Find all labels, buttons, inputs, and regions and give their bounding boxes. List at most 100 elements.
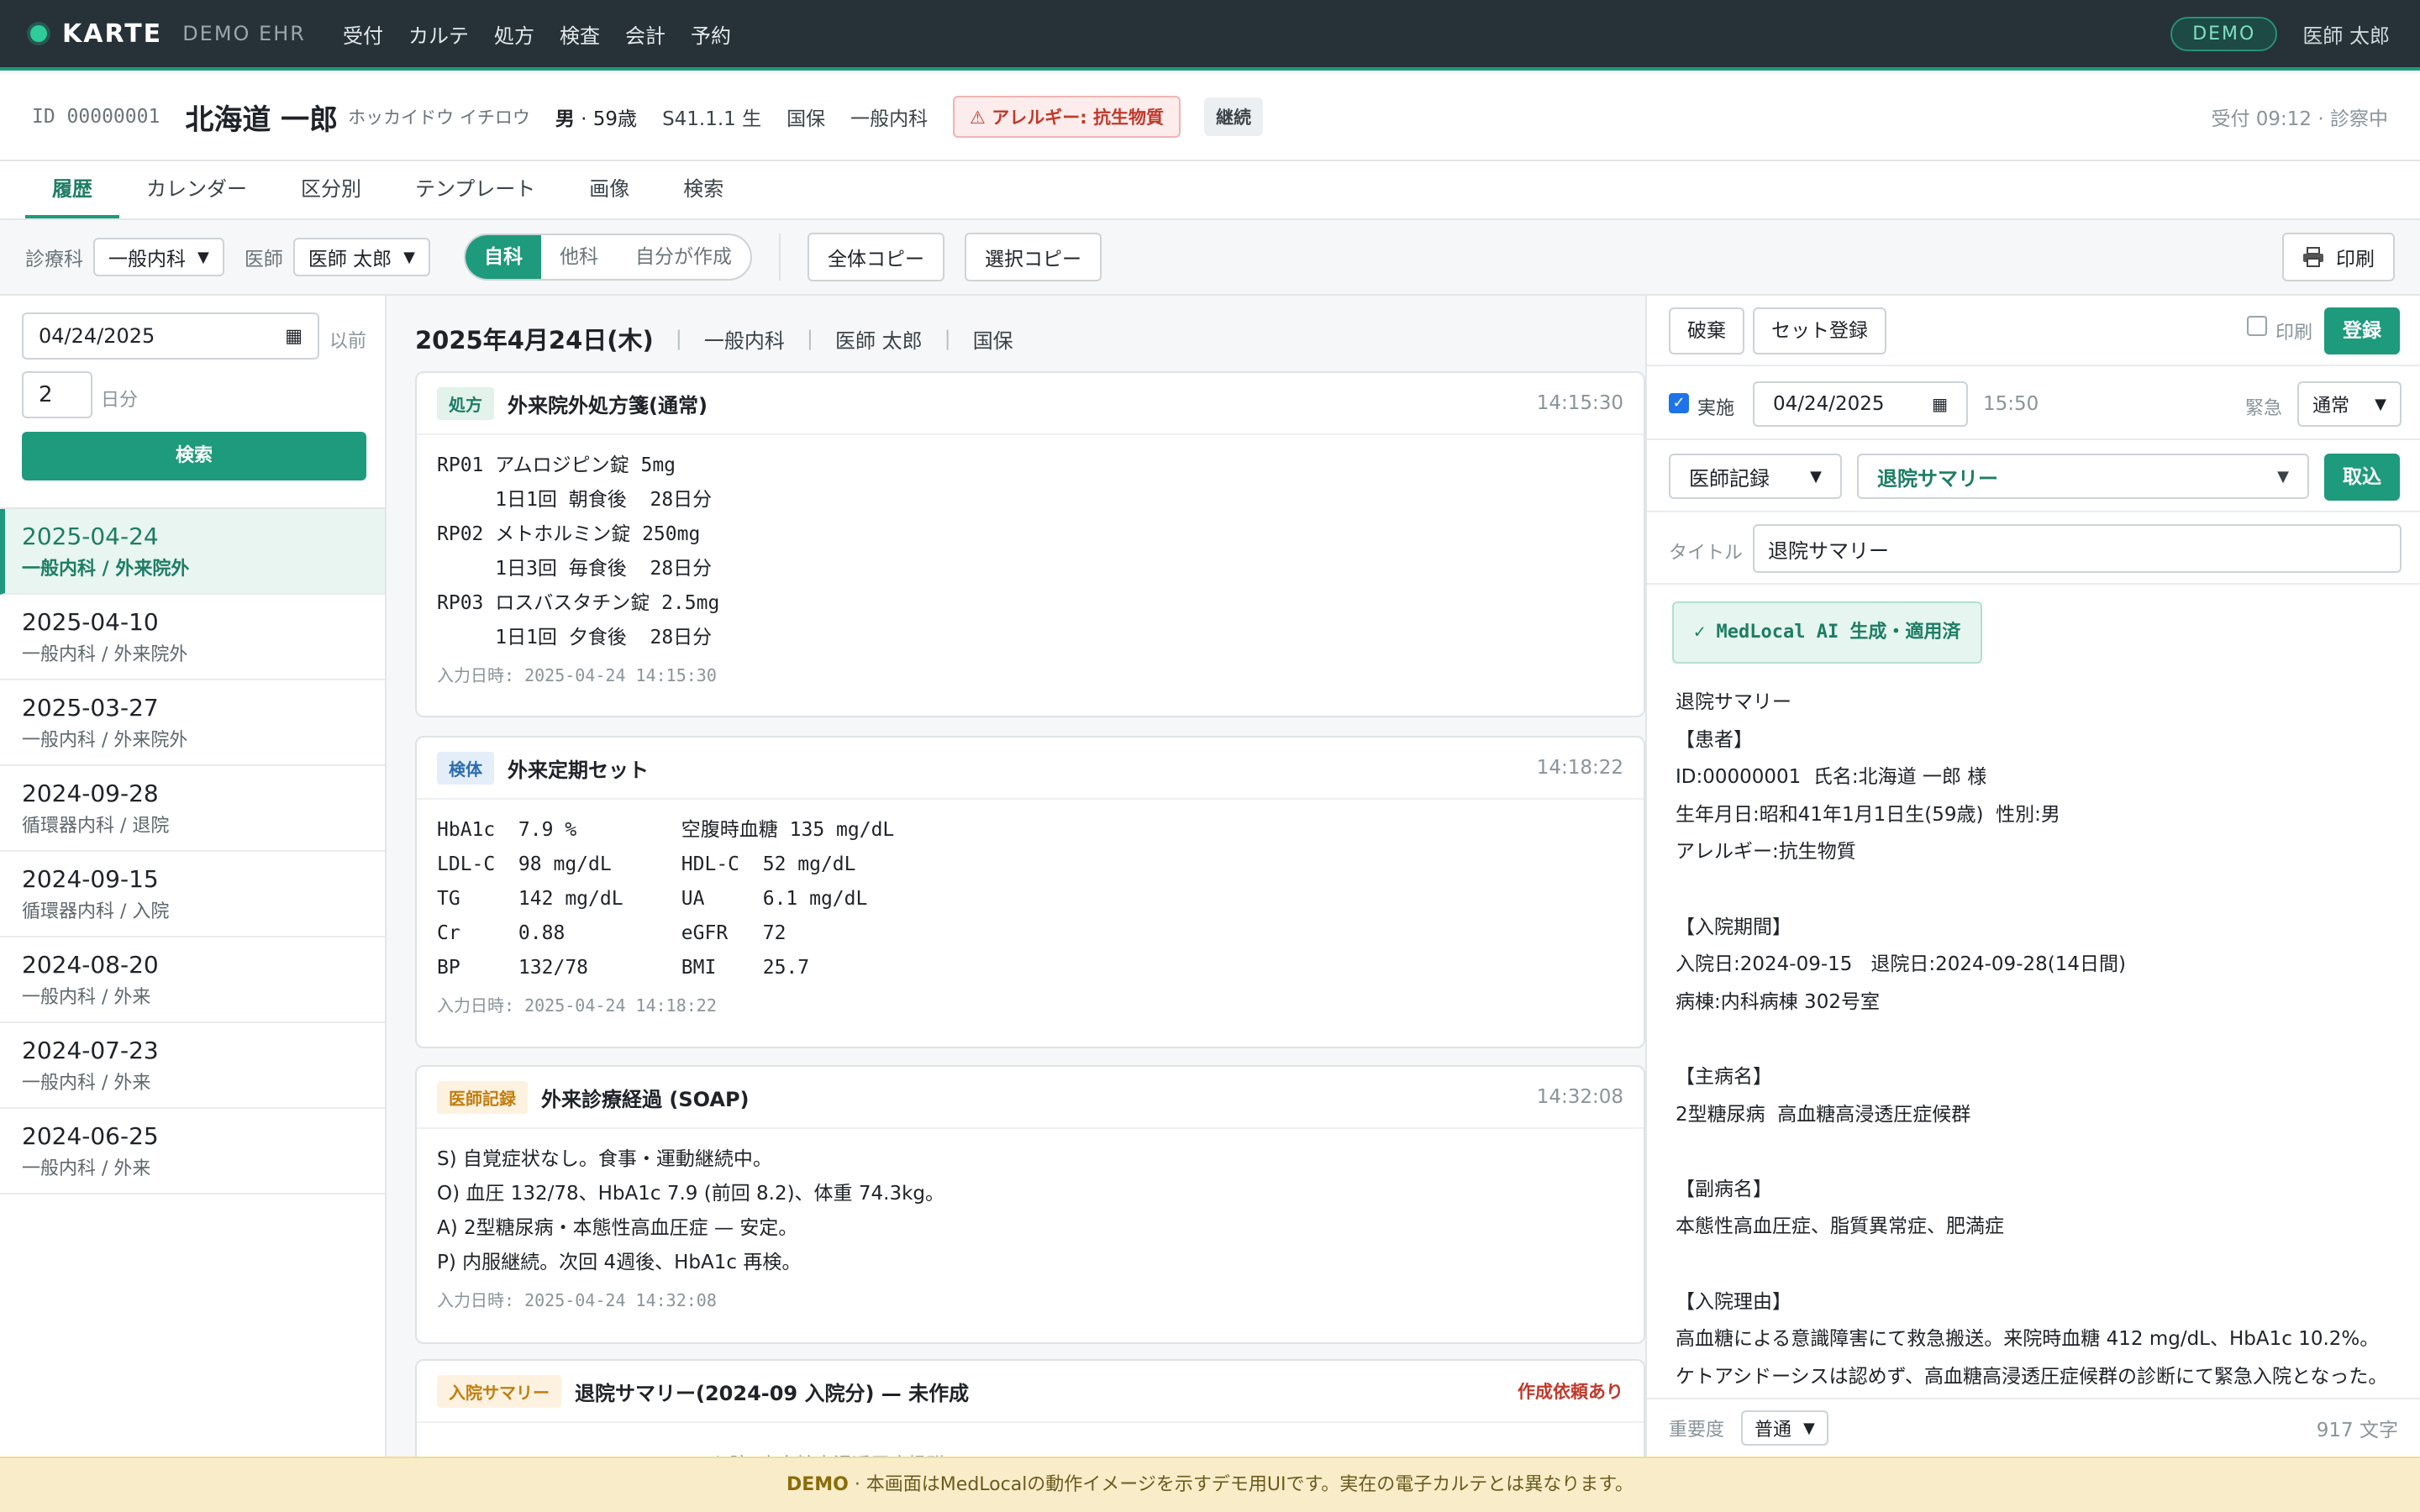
record-editor: 破棄 セット登録 印刷 登録 ✓ 実施 04/24/2025 ▦ 15:50 緊急… [1645,296,2420,1457]
demo-notice-bar: DEMO · 本画面はMedLocalの動作イメージを示すデモ用UIです。実在の… [0,1457,2420,1512]
print-checkbox[interactable] [2247,316,2267,336]
done-label: 実施 [1697,398,1735,419]
print-checkbox-label: 印刷 [2275,323,2313,344]
history-search-button[interactable]: 検索 [22,432,366,480]
card-meta: 入力日時: 2025-04-24 14:15:30 [437,665,717,685]
editor-date-value: 04/24/2025 [1773,393,1885,415]
scope-created-by-me[interactable]: 自分が作成 [617,235,750,279]
history-item[interactable]: 2024-06-25 一般内科 / 外来 [0,1109,385,1194]
card-meta: 入力日時: 2025-04-24 14:32:08 [437,1290,717,1310]
divider: | [675,327,682,350]
card-time: 14:15:30 [1536,392,1623,414]
title-input[interactable]: 退院サマリー [1753,524,2402,573]
card-title: 外来院外処方箋(通常) [508,393,708,417]
record-card-prescription[interactable]: 処方 外来院外処方箋(通常) 14:15:30 RP01 アムロジピン錠 5mg… [415,371,1645,717]
patient-department: 一般内科 [850,108,929,130]
urgency-label: 緊急 [2245,398,2283,419]
tab-category[interactable]: 区分別 [274,161,388,218]
register-button[interactable]: 登録 [2324,307,2400,354]
before-label: 以前 [329,331,367,352]
record-card-summary[interactable]: 入院サマリー 退院サマリー(2024-09 入院分) — 未作成 作成依頼あり … [415,1359,1645,1457]
summary-textarea[interactable]: 退院サマリー 【患者】 ID:00000001 氏名:北海道 一郎 様 生年月日… [1676,684,2398,1395]
editor-type-row: 医師記録 ▼ 退院サマリー ▼ 取込 [1647,440,2420,512]
current-user[interactable]: 医師 太郎 [2302,19,2390,49]
urgency-select[interactable]: 通常 ▼ [2297,381,2402,427]
calendar-icon[interactable]: ▦ [1932,394,1948,414]
history-date: 2025-03-27 [22,694,159,722]
nav-item-appointment[interactable]: 予約 [686,19,736,49]
patient-header: ID 00000001 北海道 一郎 ホッカイドウ イチロウ 男 · 59歳 S… [0,74,2420,161]
set-register-button[interactable]: セット登録 [1753,307,1886,354]
scope-own-dept[interactable]: 自科 [466,235,541,279]
brand-dot-icon [30,25,47,42]
record-type-select[interactable]: 医師記録 ▼ [1669,454,1842,499]
history-item[interactable]: 2025-04-10 一般内科 / 外来院外 [0,595,385,680]
calendar-icon[interactable]: ▦ [285,326,302,347]
chevron-down-icon: ▼ [403,248,415,266]
record-card-lab[interactable]: 検体 外来定期セット 14:18:22 HbA1c 7.9 % 空腹時血糖 13… [415,736,1645,1048]
card-meta: 入力日時: 2025-04-24 14:18:22 [437,995,717,1016]
nav-item-reception[interactable]: 受付 [338,19,388,49]
demo-notice-tag: DEMO [786,1474,849,1495]
divider [779,234,781,281]
card-body: HbA1c 7.9 % 空腹時血糖 135 mg/dL LDL-C 98 mg/… [437,819,895,979]
nav-item-chart[interactable]: カルテ [403,19,474,49]
history-item[interactable]: 2025-04-24 一般内科 / 外来院外 [0,509,385,595]
card-tag: 検体 [437,751,494,785]
take-button[interactable]: 取込 [2324,454,2400,501]
history-sub: 一般内科 / 外来院外 [22,730,188,751]
printer-icon [2303,247,2323,267]
patient-name: 北海道 一郎 [185,102,339,137]
dept-select[interactable]: 一般内科 ▼ [93,238,224,276]
tab-history[interactable]: 履歴 [25,161,119,218]
base-date-input[interactable]: 04/24/2025 ▦ [22,312,319,360]
copy-all-button[interactable]: 全体コピー [808,233,944,281]
history-date: 2024-07-23 [22,1037,159,1064]
done-checkbox[interactable]: ✓ [1669,393,1689,413]
chevron-down-icon: ▼ [1803,1419,1815,1437]
patient-sex-age: 男 · 59歳 [555,102,637,131]
card-tag: 入院サマリー [437,1374,561,1408]
history-item[interactable]: 2024-08-20 一般内科 / 外来 [0,937,385,1023]
history-item[interactable]: 2024-09-28 循環器内科 / 退院 [0,766,385,852]
doctor-select[interactable]: 医師 太郎 ▼ [292,238,430,276]
history-date: 2024-09-15 [22,865,159,893]
chevron-down-icon: ▼ [1810,467,1822,486]
editor-date-input[interactable]: 04/24/2025 ▦ [1753,381,1968,427]
editor-date-row: ✓ 実施 04/24/2025 ▦ 15:50 緊急 通常 ▼ [1647,368,2420,440]
history-item[interactable]: 2025-03-27 一般内科 / 外来院外 [0,680,385,766]
days-input[interactable]: 2 [22,371,92,418]
tab-images[interactable]: 画像 [562,161,656,218]
importance-select[interactable]: 普通 ▼ [1741,1410,1828,1446]
history-date: 2025-04-24 [22,522,159,550]
card-body: 2024-09-15 〜 2024-09-28 入院(高血糖高浸透圧症候群) [437,1450,1623,1457]
print-button[interactable]: 印刷 [2282,233,2395,281]
tab-template[interactable]: テンプレート [388,161,562,218]
day-doctor: 医師 太郎 [834,328,923,353]
template-select[interactable]: 退院サマリー ▼ [1857,454,2309,499]
patient-dob: S41.1.1 生 [662,108,762,130]
dept-select-value: 一般内科 [108,249,186,270]
history-sub: 一般内科 / 外来院外 [22,559,190,580]
history-sub: 一般内科 / 外来 [22,1158,151,1179]
history-list: 2025-04-24 一般内科 / 外来院外 2025-04-10 一般内科 / 外… [0,507,385,1194]
nav-item-billing[interactable]: 会計 [620,19,671,49]
discard-button[interactable]: 破棄 [1669,307,1744,354]
tab-search[interactable]: 検索 [656,161,750,218]
record-card-soap[interactable]: 医師記録 外来診療経過 (SOAP) 14:32:08 S) 自覚症状なし。食事… [415,1065,1645,1344]
tab-calendar[interactable]: カレンダー [119,161,274,218]
importance-value: 普通 [1754,1420,1792,1441]
history-item[interactable]: 2024-09-15 循環器内科 / 入院 [0,852,385,937]
copy-selected-button[interactable]: 選択コピー [965,233,1102,281]
scope-other-dept[interactable]: 他科 [541,235,617,279]
chevron-down-icon: ▼ [197,248,209,266]
importance-label: 重要度 [1669,1420,1725,1441]
chevron-down-icon: ▼ [2277,467,2289,486]
request-warning: 作成依頼あり [1518,1382,1623,1402]
history-item[interactable]: 2024-07-23 一般内科 / 外来 [0,1023,385,1109]
nav-item-prescription[interactable]: 処方 [489,19,539,49]
base-date-value: 04/24/2025 [39,324,155,348]
record-timeline: 2025年4月24日(木) | 一般内科 | 医師 太郎 | 国保 処方 外来院… [387,296,1645,1457]
doctor-filter-label: 医師 [244,249,283,270]
nav-item-exam[interactable]: 検査 [555,19,605,49]
